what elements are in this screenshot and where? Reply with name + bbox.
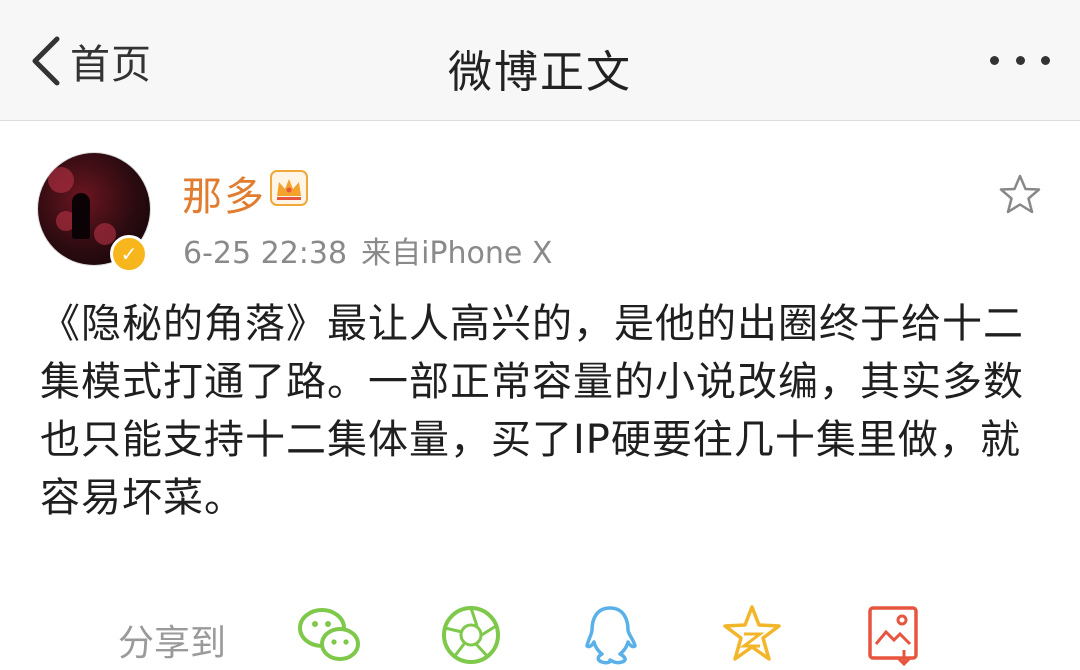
more-dot-icon	[1015, 55, 1025, 65]
qzone-icon[interactable]	[722, 604, 782, 666]
navigation-bar: 首页 微博正文	[0, 0, 1080, 121]
verified-badge-icon: ✓	[110, 235, 148, 273]
post-meta: 6-25 22:38 来自iPhone X	[183, 228, 552, 272]
crown-badge-icon	[270, 170, 308, 206]
page-title: 微博正文	[448, 47, 632, 98]
qq-icon[interactable]	[582, 604, 638, 668]
post-time: 6-25 22:38	[183, 236, 348, 271]
post-content: 《隐秘的角落》最让人高兴的，是他的出圈终于给十二集模式打通了路。一部正常容量的小…	[40, 301, 1024, 521]
username[interactable]: 那多	[182, 164, 266, 222]
save-image-icon[interactable]	[866, 604, 920, 666]
share-label: 分享到	[118, 623, 227, 664]
more-dot-icon	[990, 55, 999, 65]
avatar-figure	[72, 193, 90, 239]
favorite-star-icon[interactable]	[998, 173, 1042, 217]
post-source: 来自iPhone X	[361, 236, 553, 271]
more-dot-icon	[1041, 55, 1050, 65]
avatar-decoration	[94, 223, 116, 245]
wechat-icon[interactable]	[296, 604, 362, 666]
more-options-button[interactable]	[990, 48, 1050, 72]
avatar-decoration	[48, 167, 74, 193]
moments-icon[interactable]	[440, 604, 502, 666]
share-bar: 分享到	[0, 596, 1080, 670]
